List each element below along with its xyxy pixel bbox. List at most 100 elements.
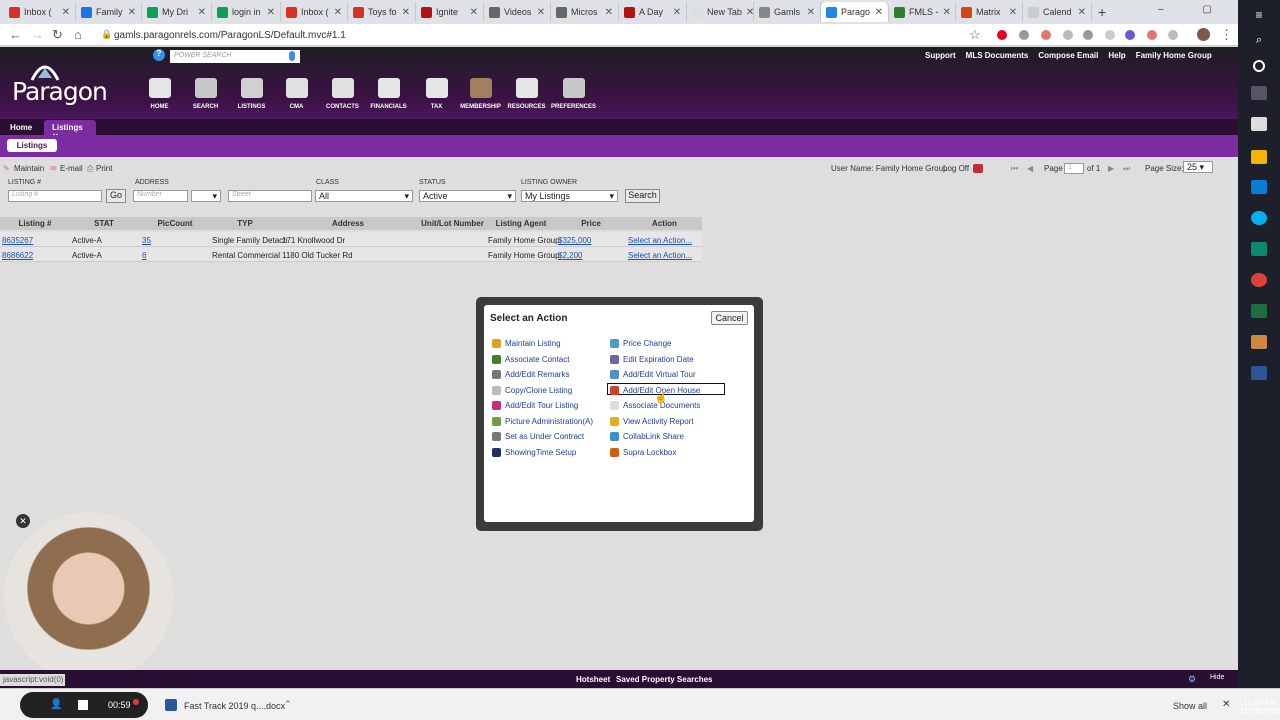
last-page-icon[interactable]: ⏭	[1123, 164, 1130, 174]
stop-icon[interactable]	[78, 700, 88, 710]
close-tab-icon[interactable]: ✕	[537, 7, 545, 18]
close-tab-icon[interactable]: ✕	[943, 7, 951, 18]
tab-listings[interactable]: Listings ✕	[44, 120, 96, 141]
forward-icon[interactable]: →	[31, 27, 44, 42]
close-tab-icon[interactable]: ✕	[334, 7, 342, 18]
browser-tab[interactable]: Inbox (✕	[4, 2, 76, 22]
cell-listing[interactable]: 8635267	[2, 236, 33, 245]
top-link[interactable]: MLS Documents	[966, 51, 1029, 60]
first-page-icon[interactable]: ⏮	[1011, 164, 1018, 174]
cortana-icon[interactable]	[1253, 60, 1265, 72]
close-tab-icon[interactable]: ✕	[128, 7, 136, 18]
action-item[interactable]: Add/Edit Tour Listing	[492, 401, 578, 410]
extension-icon[interactable]	[1063, 30, 1073, 40]
url-field[interactable]: gamls.paragonrels.com/ParagonLS/Default.…	[114, 30, 346, 41]
app-icon[interactable]	[1251, 335, 1267, 349]
street-direction-select[interactable]: ▾	[191, 190, 221, 202]
power-search-input[interactable]: POWER SEARCH	[170, 50, 300, 63]
action-item[interactable]: Copy/Clone Listing	[492, 385, 572, 395]
browser-tab[interactable]: login in ✕	[212, 2, 281, 22]
browser-tab[interactable]: Matrix ✕	[956, 2, 1023, 22]
extension-icon[interactable]	[1041, 30, 1051, 40]
hide-link[interactable]: Hide	[1210, 674, 1224, 681]
browser-tab[interactable]: FMLS - ✕	[889, 2, 956, 22]
action-item[interactable]: Maintain Listing	[492, 339, 561, 348]
extension-icon[interactable]	[1125, 30, 1135, 40]
next-page-icon[interactable]: ▶	[1108, 164, 1114, 173]
chevron-up-icon[interactable]: ⌃	[284, 699, 292, 710]
nav-financials[interactable]: FINANCIALS	[361, 78, 416, 110]
action-item[interactable]: Set as Under Contract	[492, 432, 584, 441]
close-tab-icon[interactable]: ✕	[62, 7, 70, 18]
maintain-button[interactable]: Maintain	[14, 164, 44, 173]
street-number-input[interactable]: Number	[133, 190, 188, 202]
store-icon[interactable]	[1251, 180, 1267, 194]
extension-icon[interactable]	[1019, 30, 1029, 40]
action-item[interactable]: Add/Edit Virtual Tour	[610, 370, 696, 379]
action-item[interactable]: Supra Lockbox	[610, 447, 676, 457]
cell-action[interactable]: Select an Action...	[628, 251, 692, 260]
chrome-icon[interactable]	[1251, 273, 1267, 287]
publisher-icon[interactable]	[1251, 242, 1267, 256]
browser-tab[interactable]: Calend ✕	[1023, 2, 1092, 22]
page-input[interactable]: 1	[1064, 163, 1084, 174]
listing-owner-select[interactable]: My Listings ▾	[521, 190, 618, 202]
calculator-icon[interactable]	[1251, 117, 1267, 131]
close-tab-icon[interactable]: ✕	[605, 7, 613, 18]
download-file[interactable]: Fast Track 2019 q....docx	[184, 701, 285, 711]
top-link[interactable]: Compose Email	[1038, 51, 1098, 60]
file-explorer-icon[interactable]	[1251, 150, 1267, 164]
browser-tab[interactable]: Gamls ✕	[754, 2, 821, 22]
action-item[interactable]: ShowingTime Setup	[492, 447, 576, 457]
extension-icon[interactable]	[1168, 30, 1178, 40]
extension-icon[interactable]	[1105, 30, 1115, 40]
task-view-icon[interactable]	[1251, 86, 1267, 100]
listing-number-input[interactable]: Listing #	[8, 190, 102, 202]
cell-action[interactable]: Select an Action...	[628, 236, 692, 245]
saved-searches-link[interactable]: Saved Property Searches	[616, 675, 713, 684]
close-tab-icon[interactable]: ✕	[1078, 7, 1086, 18]
action-item[interactable]: Associate Contact	[492, 354, 569, 364]
browser-tab[interactable]: A Day ✕	[619, 2, 687, 22]
skype-icon[interactable]	[1251, 211, 1267, 225]
page-size-select[interactable]: 25 ▾	[1183, 161, 1213, 173]
close-tab-icon[interactable]: ✕	[807, 7, 815, 18]
close-tab-icon[interactable]: ✕	[470, 7, 478, 18]
street-name-input[interactable]: Street	[228, 190, 312, 202]
user-icon[interactable]: 👤	[50, 699, 62, 710]
cell-listing[interactable]: 8686622	[2, 251, 33, 260]
action-item[interactable]: Edit Expiration Date	[610, 354, 694, 364]
browser-tab[interactable]: Parago ✕	[821, 2, 889, 22]
profile-avatar[interactable]	[1197, 28, 1210, 41]
cell-price[interactable]: $2,200	[558, 251, 582, 260]
action-item[interactable]: Price Change	[610, 339, 671, 348]
close-tab-icon[interactable]: ✕	[402, 7, 410, 18]
close-tab-icon[interactable]: ✕	[875, 7, 883, 18]
close-tab-icon[interactable]: ✕	[673, 7, 681, 18]
home-icon[interactable]: ⌂	[74, 27, 82, 42]
extension-icon[interactable]	[1147, 30, 1157, 40]
browser-tab[interactable]: Videos ✕	[484, 2, 551, 22]
close-webcam-icon[interactable]: ✕	[16, 514, 30, 528]
cancel-button[interactable]: Cancel	[711, 311, 748, 325]
hotsheet-link[interactable]: Hotsheet	[576, 675, 610, 684]
action-item[interactable]: Add/Edit Remarks	[492, 370, 569, 379]
close-tab-icon[interactable]: ✕	[1009, 7, 1017, 18]
tab-home[interactable]: Home	[2, 120, 40, 135]
action-item[interactable]: Picture Administration(A)	[492, 416, 593, 426]
show-all-button[interactable]: Show all	[1173, 701, 1207, 711]
top-link[interactable]: Help	[1108, 51, 1125, 60]
nav-preferences[interactable]: PREFERENCES	[546, 78, 601, 110]
search-icon[interactable]: ⌕	[1251, 34, 1267, 48]
browser-tab[interactable]: New Tab ✕	[687, 2, 754, 22]
back-icon[interactable]: ←	[9, 27, 22, 42]
close-tab-icon[interactable]: ✕	[267, 7, 275, 18]
browser-tab[interactable]: Inbox (✕	[281, 2, 348, 22]
browser-tab[interactable]: Toys fo ✕	[348, 2, 416, 22]
menu-icon[interactable]: ⋮	[1220, 27, 1233, 43]
cell-price[interactable]: $325,000	[558, 236, 591, 245]
bookmark-star-icon[interactable]: ☆	[969, 27, 981, 43]
close-downloads-icon[interactable]: ✕	[1222, 699, 1230, 710]
gear-icon[interactable]: ⚙	[1188, 674, 1196, 685]
search-button[interactable]: Search	[625, 189, 660, 203]
